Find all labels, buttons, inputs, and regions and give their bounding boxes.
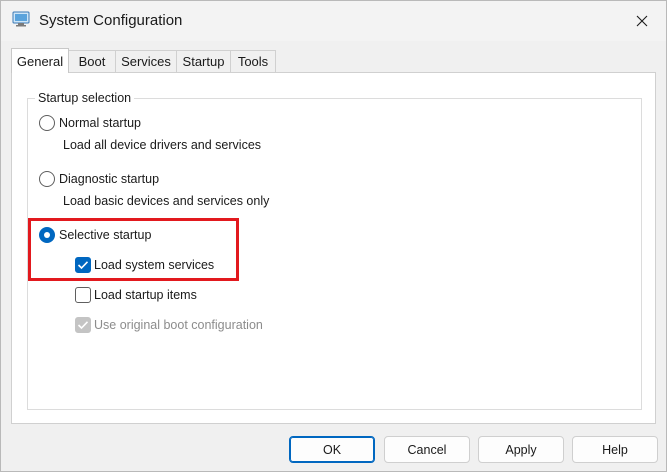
normal-startup-radio[interactable]: Normal startup [39, 115, 141, 131]
diagnostic-startup-radio-button[interactable] [39, 171, 55, 187]
load-startup-items-check[interactable] [75, 287, 91, 303]
tab-general[interactable]: General [11, 48, 69, 73]
load-startup-items-checkbox[interactable]: Load startup items [75, 287, 197, 303]
selective-startup-radio-button[interactable] [39, 227, 55, 243]
system-configuration-window: System Configuration General Boot Servic… [0, 0, 667, 472]
normal-startup-radio-button[interactable] [39, 115, 55, 131]
load-system-services-checkbox[interactable]: Load system services [75, 257, 214, 273]
window-title: System Configuration [39, 12, 183, 29]
use-original-boot-checkbox: Use original boot configuration [75, 317, 263, 333]
help-button[interactable]: Help [572, 436, 658, 463]
diagnostic-startup-label: Diagnostic startup [59, 172, 160, 186]
use-original-boot-label: Use original boot configuration [94, 318, 263, 332]
normal-startup-description: Load all device drivers and services [63, 138, 262, 152]
close-button[interactable] [621, 5, 663, 37]
close-icon [636, 15, 648, 27]
diagnostic-startup-radio[interactable]: Diagnostic startup [39, 171, 159, 187]
startup-selection-title: Startup selection [35, 91, 135, 105]
checkmark-icon [77, 261, 89, 270]
ok-button[interactable]: OK [289, 436, 375, 463]
diagnostic-startup-description: Load basic devices and services only [63, 194, 270, 208]
selective-startup-radio[interactable]: Selective startup [39, 227, 151, 243]
tab-boot[interactable]: Boot [68, 50, 116, 72]
load-startup-items-label: Load startup items [94, 288, 197, 302]
checkmark-icon [77, 321, 89, 330]
tab-tools[interactable]: Tools [230, 50, 276, 72]
tab-startup[interactable]: Startup [176, 50, 231, 72]
normal-startup-label: Normal startup [59, 116, 141, 130]
tab-services[interactable]: Services [115, 50, 177, 72]
cancel-button[interactable]: Cancel [384, 436, 470, 463]
use-original-boot-check [75, 317, 91, 333]
load-system-services-check[interactable] [75, 257, 91, 273]
selective-startup-label: Selective startup [59, 228, 152, 242]
system-configuration-icon [12, 11, 30, 27]
title-bar: System Configuration [1, 1, 666, 41]
load-system-services-label: Load system services [94, 258, 215, 272]
apply-button[interactable]: Apply [478, 436, 564, 463]
